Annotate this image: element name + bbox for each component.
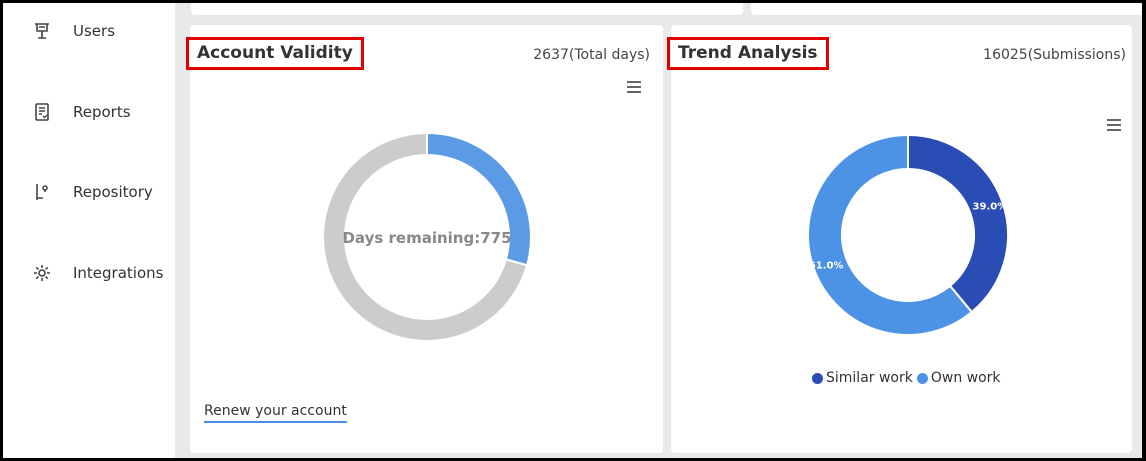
card-title: Trend Analysis (667, 37, 829, 70)
total-days: 2637(Total days) (533, 47, 650, 63)
legend-dot (812, 372, 823, 384)
donut-center-label: Days remaining:775 (342, 229, 511, 247)
repository-icon (31, 181, 53, 203)
submissions-count: 16025(Submissions) (983, 47, 1126, 63)
sidebar-item-users[interactable]: Users (3, 9, 175, 53)
legend-label: Own work (930, 370, 1001, 386)
card-stub (191, 3, 743, 15)
legend-item-similar-work[interactable]: Similar work (812, 370, 913, 386)
sidebar-item-repository[interactable]: Repository (3, 170, 175, 214)
trend-analysis-card: Trend Analysis 16025(Submissions) 39.0% 6… (667, 25, 1132, 453)
sidebar-item-label: Reports (73, 103, 131, 121)
users-icon (31, 20, 53, 42)
data-label: 61.0% (809, 261, 844, 272)
app-frame: Users Reports Repository Integrations Ac… (0, 0, 1146, 461)
menu-icon[interactable] (627, 81, 643, 93)
sidebar-item-label: Repository (73, 183, 153, 201)
renew-account-link[interactable]: Renew your account (204, 403, 347, 423)
account-validity-donut: Days remaining:775 (322, 131, 532, 342)
sidebar: Users Reports Repository Integrations (3, 3, 175, 458)
reports-icon (31, 101, 53, 123)
legend-dot (916, 372, 928, 384)
sidebar-item-label: Users (73, 22, 116, 40)
data-label: 39.0% (973, 202, 1008, 213)
account-validity-card: Account Validity 2637(Total days) Days r… (186, 25, 663, 453)
legend-label: Similar work (826, 370, 913, 386)
slice-similar-work[interactable] (907, 133, 1009, 314)
gear-icon (31, 262, 53, 284)
trend-analysis-donut: 39.0% 61.0% (807, 133, 1009, 336)
main-content: Account Validity 2637(Total days) Days r… (175, 3, 1142, 458)
chart-legend: Similar work Own work (812, 370, 1005, 386)
menu-icon[interactable] (1107, 119, 1123, 131)
card-title: Account Validity (186, 37, 364, 70)
sidebar-item-label: Integrations (73, 264, 164, 282)
legend-item-own-work[interactable]: Own work (916, 370, 1001, 386)
sidebar-item-integrations[interactable]: Integrations (3, 251, 175, 295)
sidebar-item-reports[interactable]: Reports (3, 90, 175, 134)
card-stub (751, 3, 1142, 15)
